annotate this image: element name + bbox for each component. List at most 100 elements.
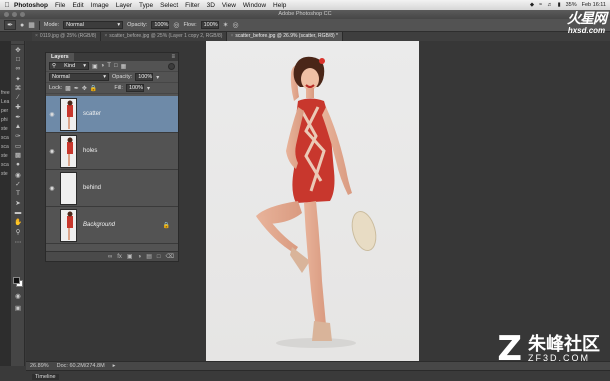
foreground-color-swatch[interactable] (13, 277, 20, 284)
brush-preset-icon[interactable]: ✒ (4, 20, 16, 30)
move-tool-icon[interactable]: ✥ (11, 45, 25, 55)
zoom-level[interactable]: 26.89% (30, 363, 49, 369)
menu-3d[interactable]: 3D (207, 2, 215, 9)
close-tab-icon[interactable]: × (230, 33, 233, 39)
menu-select[interactable]: Select (160, 2, 178, 9)
dropbox-icon[interactable]: ◆ (530, 2, 534, 8)
visibility-eye-icon[interactable]: ◉ (46, 111, 58, 118)
menu-window[interactable]: Window (243, 2, 266, 9)
filter-type-icon[interactable]: T (107, 63, 111, 69)
pressure-opacity-icon[interactable]: ◎ (173, 21, 179, 29)
menu-help[interactable]: Help (273, 2, 286, 9)
filter-toggle[interactable] (168, 62, 175, 70)
filter-smart-object-icon[interactable]: ▦ (121, 63, 127, 70)
filter-adjustment-icon[interactable]: ◑ (101, 63, 105, 69)
lock-all-icon[interactable]: 🔒 (90, 85, 97, 92)
opacity-input[interactable]: 100% (151, 21, 170, 29)
visibility-eye-icon[interactable]: ◉ (46, 222, 58, 229)
marquee-tool-icon[interactable]: □ (11, 55, 25, 65)
visibility-eye-icon[interactable]: ◉ (46, 185, 58, 192)
gradient-tool-icon[interactable]: ▩ (11, 151, 25, 161)
eyedropper-tool-icon[interactable]: ⁄ (11, 93, 25, 103)
healing-tool-icon[interactable]: ✚ (11, 103, 25, 113)
menu-file[interactable]: File (55, 2, 65, 9)
tab-doc-scatter-copy[interactable]: × scatter_before.jpg @ 25% (Layer 1 copy … (101, 32, 228, 41)
layer-thumbnail[interactable] (60, 97, 77, 131)
lock-position-icon[interactable]: ✥ (82, 85, 87, 92)
chevron-down-icon[interactable]: ▾ (156, 74, 159, 81)
tab-timeline[interactable]: Timeline (32, 374, 59, 380)
new-group-icon[interactable]: ▤ (146, 253, 152, 260)
fill-input[interactable]: 100% (125, 84, 144, 92)
layer-name[interactable]: scatter (83, 111, 101, 117)
add-mask-icon[interactable]: ▣ (127, 253, 133, 260)
layer-row-holes[interactable]: ◉ holes (46, 133, 178, 170)
quick-mask-icon[interactable]: ◉ (11, 291, 25, 301)
kind-filter-select[interactable]: ⚲ Kind ▾ (49, 62, 89, 70)
status-arrow-icon[interactable]: ▸ (113, 363, 116, 369)
menu-filter[interactable]: Filter (185, 2, 199, 9)
tab-doc-0119[interactable]: × 0119.jpg @ 25% (RGB/8) (32, 32, 102, 41)
close-tab-icon[interactable]: × (104, 33, 107, 39)
zoom-tool-icon[interactable]: ⚲ (11, 227, 25, 237)
path-select-tool-icon[interactable]: ➤ (11, 199, 25, 209)
layer-row-scatter[interactable]: ◉ scatter (46, 96, 178, 133)
tab-layers[interactable]: Layers (46, 53, 74, 61)
lock-pixels-icon[interactable]: ✒ (74, 85, 79, 92)
hand-tool-icon[interactable]: ✋ (11, 218, 25, 228)
visibility-eye-icon[interactable]: ◉ (46, 148, 58, 155)
shape-tool-icon[interactable]: ▬ (11, 208, 25, 218)
lock-transparency-icon[interactable]: ▩ (65, 85, 71, 92)
apple-icon[interactable]:  (0, 2, 14, 9)
layer-name[interactable]: Background (83, 222, 115, 228)
layer-thumbnail[interactable] (60, 171, 77, 205)
airbrush-icon[interactable]: ✶ (223, 21, 229, 29)
dodge-tool-icon[interactable]: ◉ (11, 170, 25, 180)
layer-thumbnail[interactable] (60, 134, 77, 168)
eraser-tool-icon[interactable]: ▭ (11, 141, 25, 151)
menu-type[interactable]: Type (139, 2, 153, 9)
wifi-icon[interactable]: ≈ (539, 2, 542, 8)
mode-select[interactable]: Normal ▾ (63, 21, 124, 29)
menu-layer[interactable]: Layer (116, 2, 132, 9)
delete-layer-icon[interactable]: ⌫ (166, 253, 174, 260)
menu-app-name[interactable]: Photoshop (14, 2, 48, 9)
menu-image[interactable]: Image (91, 2, 109, 9)
filter-shape-icon[interactable]: □ (114, 63, 118, 69)
brush-panel-toggle-icon[interactable]: ▦ (28, 21, 35, 29)
new-layer-icon[interactable]: □ (157, 254, 161, 260)
history-brush-tool-icon[interactable]: ✑ (11, 131, 25, 141)
stamp-tool-icon[interactable]: ▲ (11, 122, 25, 132)
close-tab-icon[interactable]: × (35, 33, 38, 39)
layer-thumbnail[interactable] (60, 208, 77, 242)
screen-mode-icon[interactable]: ▣ (11, 303, 25, 313)
battery-icon[interactable]: ▮ (558, 2, 561, 8)
chevron-down-icon[interactable]: ▾ (147, 85, 150, 92)
blend-mode-select[interactable]: Normal ▾ (49, 73, 109, 81)
layer-name[interactable]: holes (83, 148, 97, 154)
link-layers-icon[interactable]: ∞ (108, 254, 112, 260)
menu-view[interactable]: View (222, 2, 236, 9)
flow-input[interactable]: 100% (200, 21, 219, 29)
more-tools-icon[interactable]: ⋯ (11, 237, 25, 247)
blur-tool-icon[interactable]: ● (11, 160, 25, 170)
crop-tool-icon[interactable]: ⌘ (11, 83, 25, 93)
pen-tool-icon[interactable]: ✓ (11, 179, 25, 189)
document-canvas[interactable] (206, 41, 419, 361)
layer-opacity-input[interactable]: 100% (135, 73, 154, 81)
adjustment-layer-icon[interactable]: ◑ (138, 254, 142, 260)
type-tool-icon[interactable]: T (11, 189, 25, 199)
quick-select-tool-icon[interactable]: ✦ (11, 74, 25, 84)
layer-row-background[interactable]: ◉ Background 🔒 (46, 207, 178, 244)
pressure-size-icon[interactable]: ◎ (232, 21, 238, 29)
layer-name[interactable]: behind (83, 185, 101, 191)
filter-pixel-icon[interactable]: ▣ (92, 63, 98, 70)
panel-menu-icon[interactable]: ≡ (171, 54, 175, 60)
brush-size-icon[interactable]: ● (20, 22, 24, 29)
lasso-tool-icon[interactable]: ∞ (11, 64, 25, 74)
menu-edit[interactable]: Edit (72, 2, 83, 9)
layer-row-behind[interactable]: ◉ behind (46, 170, 178, 207)
layer-style-icon[interactable]: fx (117, 254, 122, 260)
volume-icon[interactable]: ♬ (547, 2, 553, 8)
tab-doc-scatter-active[interactable]: × scatter_before.jpg @ 26.9% (scatter, RG… (227, 32, 343, 41)
